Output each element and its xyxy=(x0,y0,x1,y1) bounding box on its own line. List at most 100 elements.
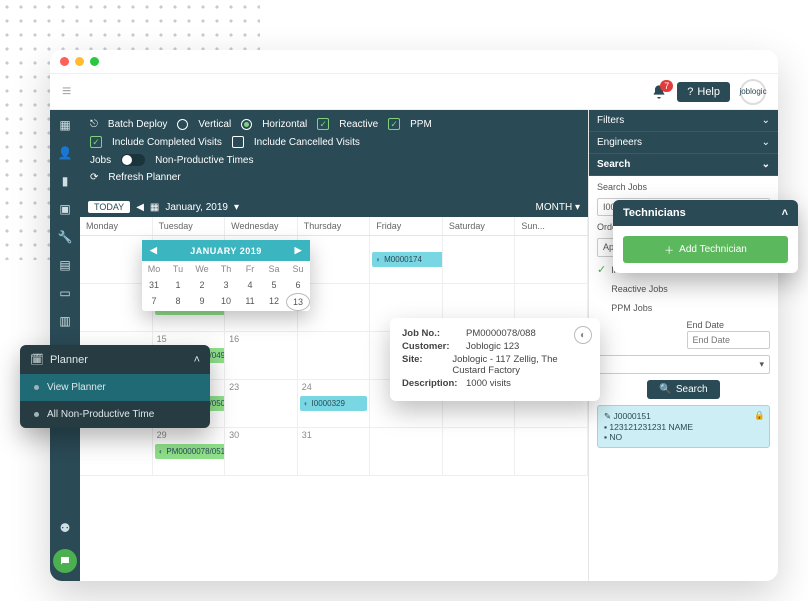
day-number: 24 xyxy=(302,382,312,392)
picker-day[interactable]: 9 xyxy=(190,293,214,311)
calendar-small-icon[interactable]: ▦ xyxy=(150,202,159,213)
event-label: M0000174 xyxy=(384,255,422,264)
completed-checkbox[interactable]: ✓ xyxy=(90,136,102,148)
bullet-icon xyxy=(34,412,39,417)
horizontal-radio[interactable] xyxy=(241,119,252,130)
wrench-icon[interactable]: 🔧 xyxy=(58,230,73,244)
reactive-label: Reactive xyxy=(339,119,378,130)
filters-accordion[interactable]: Filters ⌄ xyxy=(589,110,778,132)
ppm-label: PPM xyxy=(410,119,432,130)
picker-next-icon[interactable]: ▶ xyxy=(295,245,302,256)
card-icon[interactable]: ▭ xyxy=(59,286,70,300)
ppm-checkbox[interactable]: ✓ xyxy=(388,118,400,130)
day-number: 29 xyxy=(157,430,167,440)
calendar-icon[interactable]: ▥ xyxy=(59,314,70,328)
technicians-header[interactable]: Technicians ˄ xyxy=(613,200,798,226)
picker-day[interactable]: 8 xyxy=(166,293,190,311)
lock-icon: 🔒 xyxy=(754,410,765,421)
planner-header[interactable]: 🗓 Planner ˄ xyxy=(20,345,210,374)
planner-toolbar: ⎋ Batch Deploy Vertical Horizontal ✓ Rea… xyxy=(80,110,588,197)
picker-prev-icon[interactable]: ◀ xyxy=(150,245,157,256)
picker-dow: We xyxy=(190,261,214,277)
user-icon[interactable]: 👤 xyxy=(58,146,73,160)
chart-icon[interactable]: ▮ xyxy=(62,174,69,188)
month-label[interactable]: January, 2019 xyxy=(165,202,228,213)
menu-icon[interactable]: ≡ xyxy=(62,83,71,101)
chevron-up-icon: ˄ xyxy=(782,207,788,219)
result-name: 123121231231 NAME xyxy=(609,422,693,432)
view-label[interactable]: MONTH xyxy=(536,202,573,213)
search-result-card[interactable]: 🔒 ✎ J0000151 ▪ 123121231231 NAME ▪ NO xyxy=(597,405,770,448)
end-date-input[interactable] xyxy=(687,331,771,349)
chevron-down-icon: ⌄ xyxy=(762,137,770,148)
engineers-accordion[interactable]: Engineers ⌄ xyxy=(589,132,778,154)
picker-day[interactable]: 6 xyxy=(286,277,310,293)
picker-day[interactable]: 10 xyxy=(214,293,238,311)
ppm-jobs-checkbox[interactable]: ✓ PPM Jobs xyxy=(597,301,770,314)
planner-item-nonprod[interactable]: All Non-Productive Time xyxy=(20,401,210,428)
dashboard-icon[interactable]: ▦ xyxy=(59,118,70,132)
planner-title: Planner xyxy=(50,354,88,366)
help-button[interactable]: ? Help xyxy=(677,82,730,102)
jobs-label: Jobs xyxy=(90,155,111,166)
picker-day[interactable]: 31 xyxy=(142,277,166,293)
picker-day[interactable]: 4 xyxy=(238,277,262,293)
picker-day[interactable]: 11 xyxy=(238,293,262,311)
picker-day[interactable]: 7 xyxy=(142,293,166,311)
notification-badge: 7 xyxy=(660,80,673,92)
reactive-jobs-checkbox[interactable]: ✓ Reactive Jobs xyxy=(597,282,770,295)
picker-day-today[interactable]: 13 xyxy=(286,293,310,311)
extra-select[interactable]: ▾ xyxy=(597,355,770,374)
search-accordion[interactable]: Search ⌄ xyxy=(589,154,778,176)
tip-val: Joblogic - 117 Zellig, The Custard Facto… xyxy=(452,354,588,376)
nonprod-label: Non-Productive Times xyxy=(155,155,253,166)
reactive-checkbox[interactable]: ✓ xyxy=(317,118,329,130)
month-dropdown-icon[interactable]: ▾ xyxy=(234,202,239,213)
picker-dow: Fr xyxy=(238,261,262,277)
technicians-popup: Technicians ˄ ＋ Add Technician xyxy=(613,200,798,273)
top-appbar: ≡ 7 ? Help joblogic xyxy=(50,74,778,110)
zoom-dot-icon[interactable] xyxy=(90,57,99,66)
day-number: 30 xyxy=(229,430,239,440)
day-col: Saturday xyxy=(443,217,516,235)
picker-dow: Tu xyxy=(166,261,190,277)
today-button[interactable]: TODAY xyxy=(88,201,130,213)
engineers-label: Engineers xyxy=(597,137,642,148)
picker-day[interactable]: 3 xyxy=(214,277,238,293)
planner-item-view[interactable]: View Planner xyxy=(20,374,210,401)
vertical-radio[interactable] xyxy=(177,119,188,130)
clipboard-icon[interactable]: ▤ xyxy=(59,258,70,272)
calendar-nav-bar: TODAY ◀ ▦ January, 2019 ▾ MONTH ▾ xyxy=(80,197,588,217)
calendar-event[interactable]: ◐ PM0000078/051 xyxy=(155,444,226,459)
event-icon: ◐ xyxy=(159,447,164,456)
picker-day[interactable]: 2 xyxy=(190,277,214,293)
calendar-event[interactable]: ◐ I0000329 xyxy=(300,396,368,411)
day-number: 16 xyxy=(229,334,239,344)
picker-dow: Mo xyxy=(142,261,166,277)
box-icon[interactable]: ▣ xyxy=(59,202,70,216)
people-icon[interactable]: ⚉ xyxy=(60,521,71,535)
calendar-event[interactable]: ◐ M0000174 xyxy=(372,252,443,267)
completed-label: Include Completed Visits xyxy=(112,137,222,148)
filters-label: Filters xyxy=(597,115,624,126)
picker-day[interactable]: 5 xyxy=(262,277,286,293)
add-technician-button[interactable]: ＋ Add Technician xyxy=(623,236,788,263)
batch-deploy-label[interactable]: Batch Deploy xyxy=(108,119,167,130)
minimize-dot-icon[interactable] xyxy=(75,57,84,66)
picker-day[interactable]: 12 xyxy=(262,293,286,311)
tip-key: Customer: xyxy=(402,341,462,352)
search-button[interactable]: 🔍 Search xyxy=(647,380,719,399)
refresh-planner-link[interactable]: Refresh Planner xyxy=(108,172,180,183)
close-dot-icon[interactable] xyxy=(60,57,69,66)
chat-button[interactable] xyxy=(53,549,77,573)
view-dropdown-icon[interactable]: ▾ xyxy=(575,202,580,213)
prev-month-icon[interactable]: ◀ xyxy=(136,202,144,213)
tip-key: Job No.: xyxy=(402,328,462,339)
notifications-icon[interactable]: 7 xyxy=(651,84,667,100)
picker-day[interactable]: 1 xyxy=(166,277,190,293)
cancelled-checkbox[interactable] xyxy=(232,136,244,148)
jobs-toggle[interactable] xyxy=(121,154,145,166)
brand-logo[interactable]: joblogic xyxy=(740,79,766,105)
search-label: Search xyxy=(597,159,630,170)
deploy-icon: ⎋ xyxy=(90,119,98,130)
